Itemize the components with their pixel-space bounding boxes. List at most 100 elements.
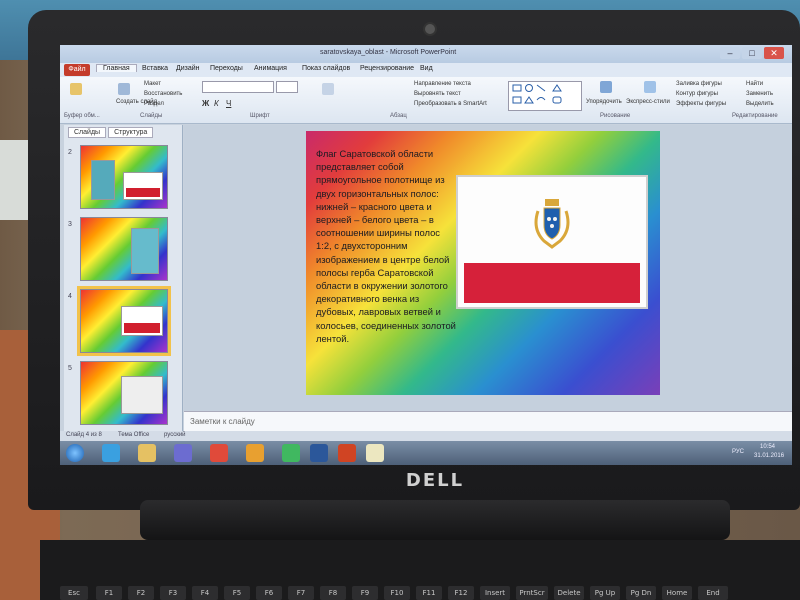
slide-editor: Флаг Саратовской области представляет со… bbox=[184, 125, 792, 411]
window-title: saratovskaya_oblast - Microsoft PowerPoi… bbox=[320, 49, 457, 56]
key-esc[interactable]: Esc bbox=[60, 586, 88, 600]
group-drawing: Рисование bbox=[600, 113, 631, 119]
layout-button[interactable]: Макет bbox=[144, 81, 161, 87]
opera-icon[interactable] bbox=[210, 444, 228, 462]
paint-icon[interactable] bbox=[366, 444, 384, 462]
key-f2[interactable]: F2 bbox=[128, 586, 154, 600]
title-bar: saratovskaya_oblast - Microsoft PowerPoi… bbox=[60, 45, 792, 63]
tab-insert[interactable]: Вставка bbox=[142, 65, 168, 72]
powerpoint-icon[interactable] bbox=[338, 444, 356, 462]
key-pgup[interactable]: Pg Up bbox=[590, 586, 620, 600]
slide-text-box[interactable]: Флаг Саратовской области представляет со… bbox=[316, 147, 456, 345]
key-f11[interactable]: F11 bbox=[416, 586, 442, 600]
group-clipboard: Буфер обм... bbox=[64, 113, 100, 119]
new-slide-icon[interactable] bbox=[118, 83, 130, 95]
flag-red-stripe bbox=[464, 263, 640, 303]
thumbnail-number: 3 bbox=[68, 221, 72, 228]
underline-button[interactable]: Ч bbox=[226, 99, 231, 108]
key-f3[interactable]: F3 bbox=[160, 586, 186, 600]
windows-taskbar: РУС 10:54 31.01.2016 bbox=[60, 441, 792, 465]
media-icon[interactable] bbox=[174, 444, 192, 462]
key-end[interactable]: End bbox=[698, 586, 728, 600]
ribbon: Буфер обм... Создать слайд Макет Восстан… bbox=[60, 77, 792, 124]
key-f4[interactable]: F4 bbox=[192, 586, 218, 600]
language-indicator: русский bbox=[164, 432, 186, 438]
tab-home[interactable]: Главная bbox=[96, 64, 137, 72]
paste-icon[interactable] bbox=[70, 83, 82, 95]
tab-transitions[interactable]: Переходы bbox=[210, 65, 243, 72]
minimize-button[interactable]: – bbox=[720, 47, 740, 59]
key-f6[interactable]: F6 bbox=[256, 586, 282, 600]
arrange-icon[interactable] bbox=[600, 81, 612, 93]
font-name-box[interactable] bbox=[202, 81, 274, 93]
key-prntscr[interactable]: PrntScr bbox=[516, 586, 548, 600]
start-button-icon[interactable] bbox=[66, 444, 84, 462]
theme-name: Тема Office bbox=[118, 432, 150, 438]
text-direction-button[interactable]: Направление текста bbox=[414, 81, 471, 87]
clock-time[interactable]: 10:54 bbox=[760, 444, 775, 450]
shape-outline-button[interactable]: Контур фигуры bbox=[676, 91, 718, 97]
arrange-button[interactable]: Упорядочить bbox=[586, 99, 622, 105]
align-text-button[interactable]: Выровнять текст bbox=[414, 91, 461, 97]
shape-effects-button[interactable]: Эффекты фигуры bbox=[676, 101, 726, 107]
tab-design[interactable]: Дизайн bbox=[176, 65, 200, 72]
ie-icon[interactable] bbox=[102, 444, 120, 462]
key-delete[interactable]: Delete bbox=[554, 586, 584, 600]
word-icon[interactable] bbox=[310, 444, 328, 462]
key-f5[interactable]: F5 bbox=[224, 586, 250, 600]
tab-outline[interactable]: Структура bbox=[108, 127, 154, 138]
current-slide[interactable]: Флаг Саратовской области представляет со… bbox=[306, 131, 660, 395]
explorer-icon[interactable] bbox=[138, 444, 156, 462]
slide-thumbnail[interactable] bbox=[80, 361, 168, 425]
shape-fill-button[interactable]: Заливка фигуры bbox=[676, 81, 722, 87]
quick-styles-button[interactable]: Экспресс-стили bbox=[626, 99, 670, 105]
group-slides: Слайды bbox=[140, 113, 163, 119]
key-f10[interactable]: F10 bbox=[384, 586, 410, 600]
key-f9[interactable]: F9 bbox=[352, 586, 378, 600]
reset-button[interactable]: Восстановить bbox=[144, 91, 182, 97]
key-f12[interactable]: F12 bbox=[448, 586, 474, 600]
slide-thumbnail-selected[interactable] bbox=[77, 286, 171, 356]
clock-date[interactable]: 31.01.2016 bbox=[754, 453, 784, 459]
chrome-icon[interactable] bbox=[246, 444, 264, 462]
key-f7[interactable]: F7 bbox=[288, 586, 314, 600]
replace-button[interactable]: Заменить bbox=[746, 91, 773, 97]
file-tab[interactable]: Файл bbox=[64, 64, 90, 76]
slide-thumbnail[interactable] bbox=[80, 145, 168, 209]
notes-pane[interactable]: Заметки к слайду bbox=[184, 411, 792, 432]
slide-thumbnail[interactable] bbox=[80, 217, 168, 281]
keyboard-language[interactable]: РУС bbox=[732, 449, 744, 455]
dell-logo: DELL bbox=[405, 470, 465, 491]
slide-counter: Слайд 4 из 8 bbox=[66, 432, 102, 438]
saratov-flag-image[interactable] bbox=[456, 175, 648, 309]
key-f8[interactable]: F8 bbox=[320, 586, 346, 600]
tab-slideshow[interactable]: Показ слайдов bbox=[302, 65, 350, 72]
italic-button[interactable]: К bbox=[214, 99, 219, 108]
thumbnail-flag bbox=[123, 172, 163, 200]
key-f1[interactable]: F1 bbox=[96, 586, 122, 600]
thumbnail-emblem bbox=[131, 228, 159, 274]
select-button[interactable]: Выделить bbox=[746, 101, 774, 107]
tab-animation[interactable]: Анимация bbox=[254, 65, 287, 72]
section-button[interactable]: Раздел bbox=[144, 101, 164, 107]
maximize-button[interactable]: □ bbox=[742, 47, 762, 59]
key-pgdn[interactable]: Pg Dn bbox=[626, 586, 656, 600]
shapes-gallery[interactable] bbox=[508, 81, 582, 111]
app-icon[interactable] bbox=[282, 444, 300, 462]
tab-slides[interactable]: Слайды bbox=[68, 127, 107, 138]
close-button[interactable]: ✕ bbox=[764, 47, 784, 59]
smartart-button[interactable]: Преобразовать в SmartArt bbox=[414, 101, 487, 107]
tab-review[interactable]: Рецензирование bbox=[360, 65, 414, 72]
group-paragraph: Абзац bbox=[390, 113, 407, 119]
thumbnail-number: 5 bbox=[68, 365, 72, 372]
key-home[interactable]: Home bbox=[662, 586, 692, 600]
key-insert[interactable]: Insert bbox=[480, 586, 510, 600]
paragraph-icon[interactable] bbox=[322, 83, 334, 95]
quick-styles-icon[interactable] bbox=[644, 81, 656, 93]
laptop-hinge bbox=[140, 500, 730, 540]
bold-button[interactable]: Ж bbox=[202, 99, 209, 108]
find-button[interactable]: Найти bbox=[746, 81, 763, 87]
font-size-box[interactable] bbox=[276, 81, 298, 93]
shapes-icon bbox=[512, 84, 562, 104]
tab-view[interactable]: Вид bbox=[420, 65, 433, 72]
